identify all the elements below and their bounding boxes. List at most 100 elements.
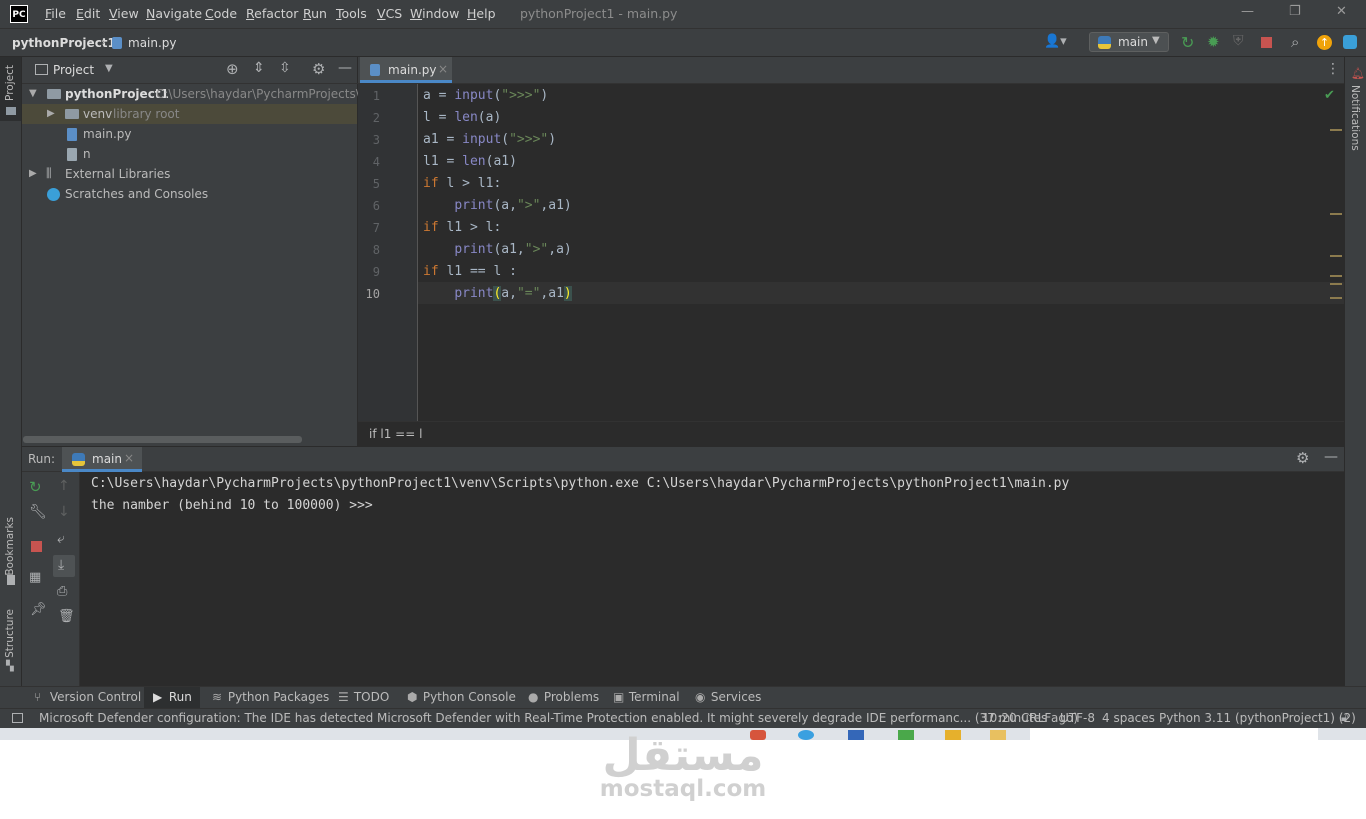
warning-marker[interactable]: [1330, 129, 1342, 131]
horizontal-scrollbar[interactable]: [23, 436, 302, 443]
tool-window-python-packages[interactable]: ≋ Python Packages: [212, 690, 329, 704]
wrench-icon[interactable]: 🔧︎: [29, 504, 47, 520]
menu-tools[interactable]: Tools: [336, 6, 367, 21]
notifications-tool-label[interactable]: Notifications: [1349, 85, 1361, 151]
coverage-icon[interactable]: ⛨: [1233, 33, 1244, 49]
breadcrumb-file[interactable]: main.py: [128, 36, 177, 50]
lock-icon[interactable]: 🔓︎: [1341, 711, 1348, 725]
menu-refactor[interactable]: Refactor: [246, 6, 298, 21]
code-line-6[interactable]: print(a,">",a1): [423, 198, 571, 213]
update-icon[interactable]: ↑: [1317, 35, 1332, 50]
tool-window-python-console[interactable]: ⬢ Python Console: [407, 690, 516, 704]
tool-window-run[interactable]: ▶ Run: [153, 690, 192, 704]
app-icon[interactable]: [798, 730, 814, 740]
breadcrumb-item[interactable]: if l1 == l: [369, 427, 422, 441]
tree-item-scratches[interactable]: Scratches and Consoles: [22, 184, 357, 204]
minimize-button[interactable]: —: [1241, 4, 1254, 19]
scroll-to-end-toggle[interactable]: ⤓: [53, 555, 75, 577]
status-message[interactable]: Microsoft Defender configuration: The ID…: [39, 711, 1078, 725]
close-tab-icon[interactable]: ×: [124, 451, 134, 465]
run-configuration-select[interactable]: main ▼: [1089, 32, 1169, 52]
soft-wrap-icon[interactable]: ⤶: [57, 531, 65, 547]
project-tool-tab[interactable]: Project: [0, 57, 21, 121]
warning-marker[interactable]: [1330, 213, 1342, 215]
tree-item-n[interactable]: n: [22, 144, 357, 164]
search-icon[interactable]: ⌕: [1291, 33, 1299, 51]
python-interpreter[interactable]: Python 3.11 (pythonProject1) (2): [1159, 711, 1356, 725]
indent-setting[interactable]: 4 spaces: [1102, 711, 1155, 725]
plugins-icon[interactable]: [1343, 35, 1357, 49]
file-encoding[interactable]: UTF-8: [1060, 711, 1095, 725]
tree-item-main-py[interactable]: main.py: [22, 124, 357, 144]
menu-view[interactable]: View: [109, 6, 139, 21]
restore-button[interactable]: ❐: [1289, 4, 1301, 19]
tool-window-services[interactable]: ◉ Services: [695, 690, 761, 704]
rerun-icon[interactable]: ↻: [29, 478, 42, 496]
tree-item-external-libraries[interactable]: ▶ ⫼ External Libraries: [22, 164, 357, 184]
tool-window-todo[interactable]: ☰ TODO: [338, 690, 389, 704]
arrow-down-icon[interactable]: ↓: [58, 504, 70, 520]
tree-item-project-root[interactable]: ▼ pythonProject1 C:\Users\haydar\Pycharm…: [22, 84, 379, 104]
code-line-4[interactable]: l1 = len(a1): [423, 154, 517, 169]
menu-vcs[interactable]: VCS: [377, 6, 402, 21]
user-icon[interactable]: 👤▾: [1044, 34, 1067, 49]
close-button[interactable]: ✕: [1336, 4, 1347, 19]
menu-navigate[interactable]: Navigate: [146, 6, 202, 21]
app-icon[interactable]: [848, 730, 864, 740]
code-line-9[interactable]: if l1 == l :: [423, 264, 517, 279]
locate-icon[interactable]: ⊕: [226, 60, 239, 78]
line-separator[interactable]: CRLF: [1021, 711, 1051, 725]
menu-run[interactable]: Run: [303, 6, 327, 21]
caret-position[interactable]: 10:20: [982, 711, 1017, 725]
code-line-1[interactable]: a = input(">>>"): [423, 88, 548, 103]
rerun-icon[interactable]: ↻: [1181, 33, 1194, 52]
menu-help[interactable]: Help: [467, 6, 496, 21]
collapse-all-icon[interactable]: ⇳: [279, 60, 291, 76]
inspection-ok-icon[interactable]: ✔: [1324, 88, 1335, 103]
warning-marker[interactable]: [1330, 297, 1342, 299]
hide-icon[interactable]: —: [1324, 449, 1338, 465]
run-tab-main[interactable]: main ×: [62, 447, 142, 472]
hide-icon[interactable]: —: [338, 60, 352, 76]
menu-window[interactable]: Window: [410, 6, 459, 21]
tree-item-venv[interactable]: ▶ venv library root: [22, 104, 357, 124]
bookmarks-tool-label[interactable]: Bookmarks: [4, 517, 16, 576]
code-line-2[interactable]: l = len(a): [423, 110, 501, 125]
stop-icon[interactable]: [31, 541, 42, 552]
app-icon[interactable]: [990, 730, 1006, 740]
app-icon[interactable]: [898, 730, 914, 740]
stop-icon[interactable]: [1261, 37, 1272, 48]
code-line-8[interactable]: print(a1,">",a): [423, 242, 571, 257]
warning-marker[interactable]: [1330, 255, 1342, 257]
tool-window-version-control[interactable]: ⑂ Version Control: [34, 690, 141, 704]
editor-tab-main-py[interactable]: main.py ×: [360, 57, 452, 83]
debug-icon[interactable]: ✹: [1207, 33, 1220, 51]
toggle-tool-windows-icon[interactable]: [12, 713, 23, 723]
code-line-5[interactable]: if l > l1:: [423, 176, 501, 191]
menu-file[interactable]: File: [45, 6, 66, 21]
expand-all-icon[interactable]: ⇕: [253, 60, 265, 76]
close-tab-icon[interactable]: ×: [438, 62, 448, 76]
code-line-3[interactable]: a1 = input(">>>"): [423, 132, 556, 147]
warning-marker[interactable]: [1330, 275, 1342, 277]
code-line-7[interactable]: if l1 > l:: [423, 220, 501, 235]
menu-code[interactable]: Code: [205, 6, 237, 21]
menu-edit[interactable]: Edit: [76, 6, 100, 21]
gear-icon[interactable]: ⚙: [1296, 449, 1309, 467]
project-view-title[interactable]: Project: [53, 63, 94, 77]
tool-window-terminal[interactable]: ▣ Terminal: [613, 690, 680, 704]
code-line-10[interactable]: print(a,"=",a1): [423, 286, 572, 301]
print-icon[interactable]: ⎙: [57, 584, 67, 599]
trash-icon[interactable]: 🗑︎: [58, 609, 75, 624]
app-icon[interactable]: [945, 730, 961, 740]
chevron-down-icon[interactable]: ▼: [105, 63, 113, 74]
warning-marker[interactable]: [1330, 283, 1342, 285]
structure-tool-label[interactable]: Structure: [4, 609, 16, 658]
more-vertical-icon[interactable]: ⋮: [1326, 61, 1340, 77]
layout-icon[interactable]: ▦: [29, 570, 41, 585]
pin-icon[interactable]: 📌︎: [30, 602, 47, 617]
notification-bell-icon[interactable]: 🔔︎: [1351, 67, 1365, 80]
tool-window-problems[interactable]: ● Problems: [528, 690, 599, 704]
gear-icon[interactable]: ⚙: [312, 60, 325, 78]
arrow-up-icon[interactable]: ↑: [58, 478, 70, 494]
